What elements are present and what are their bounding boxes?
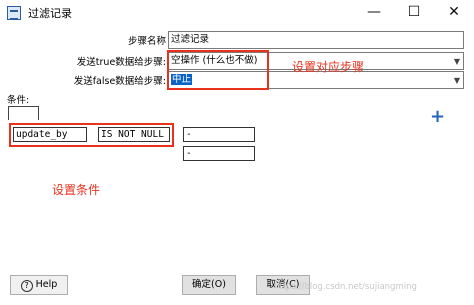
chevron-down-icon: ▼ [453,76,460,85]
window-title: 过滤记录 [28,7,72,20]
help-button[interactable]: ? Help [10,275,68,295]
step-name-input[interactable]: 过滤记录 [168,31,464,49]
condition-value-1[interactable]: - [183,127,255,142]
watermark: https://blog.csdn.net/sujiangming [274,282,417,292]
help-label: Help [35,279,58,290]
condition-label: 条件: [7,95,30,106]
true-step-label: 发送true数据给步骤: [76,57,166,68]
title-bar: 过滤记录 — ☐ ✕ [0,0,474,26]
condition-tab [8,106,39,120]
add-condition-button[interactable]: + [430,108,445,126]
ok-button[interactable]: 确定(O) [182,275,236,295]
false-step-label: 发送false数据给步骤: [73,76,166,87]
step-name-label: 步骤名称 [127,36,166,47]
set-step-annotation: 设置对应步骤 [292,60,365,74]
question-icon: ? [20,280,33,292]
condition-value-2[interactable]: - [183,146,255,161]
chevron-down-icon: ▼ [453,57,460,66]
maximize-button[interactable]: ☐ [394,0,434,26]
condition-highlight-box [9,123,174,147]
app-icon [7,6,21,20]
set-condition-annotation: 设置条件 [52,183,101,197]
minimize-button[interactable]: — [354,0,394,26]
close-button[interactable]: ✕ [434,0,474,26]
step-highlight-box [167,50,269,90]
